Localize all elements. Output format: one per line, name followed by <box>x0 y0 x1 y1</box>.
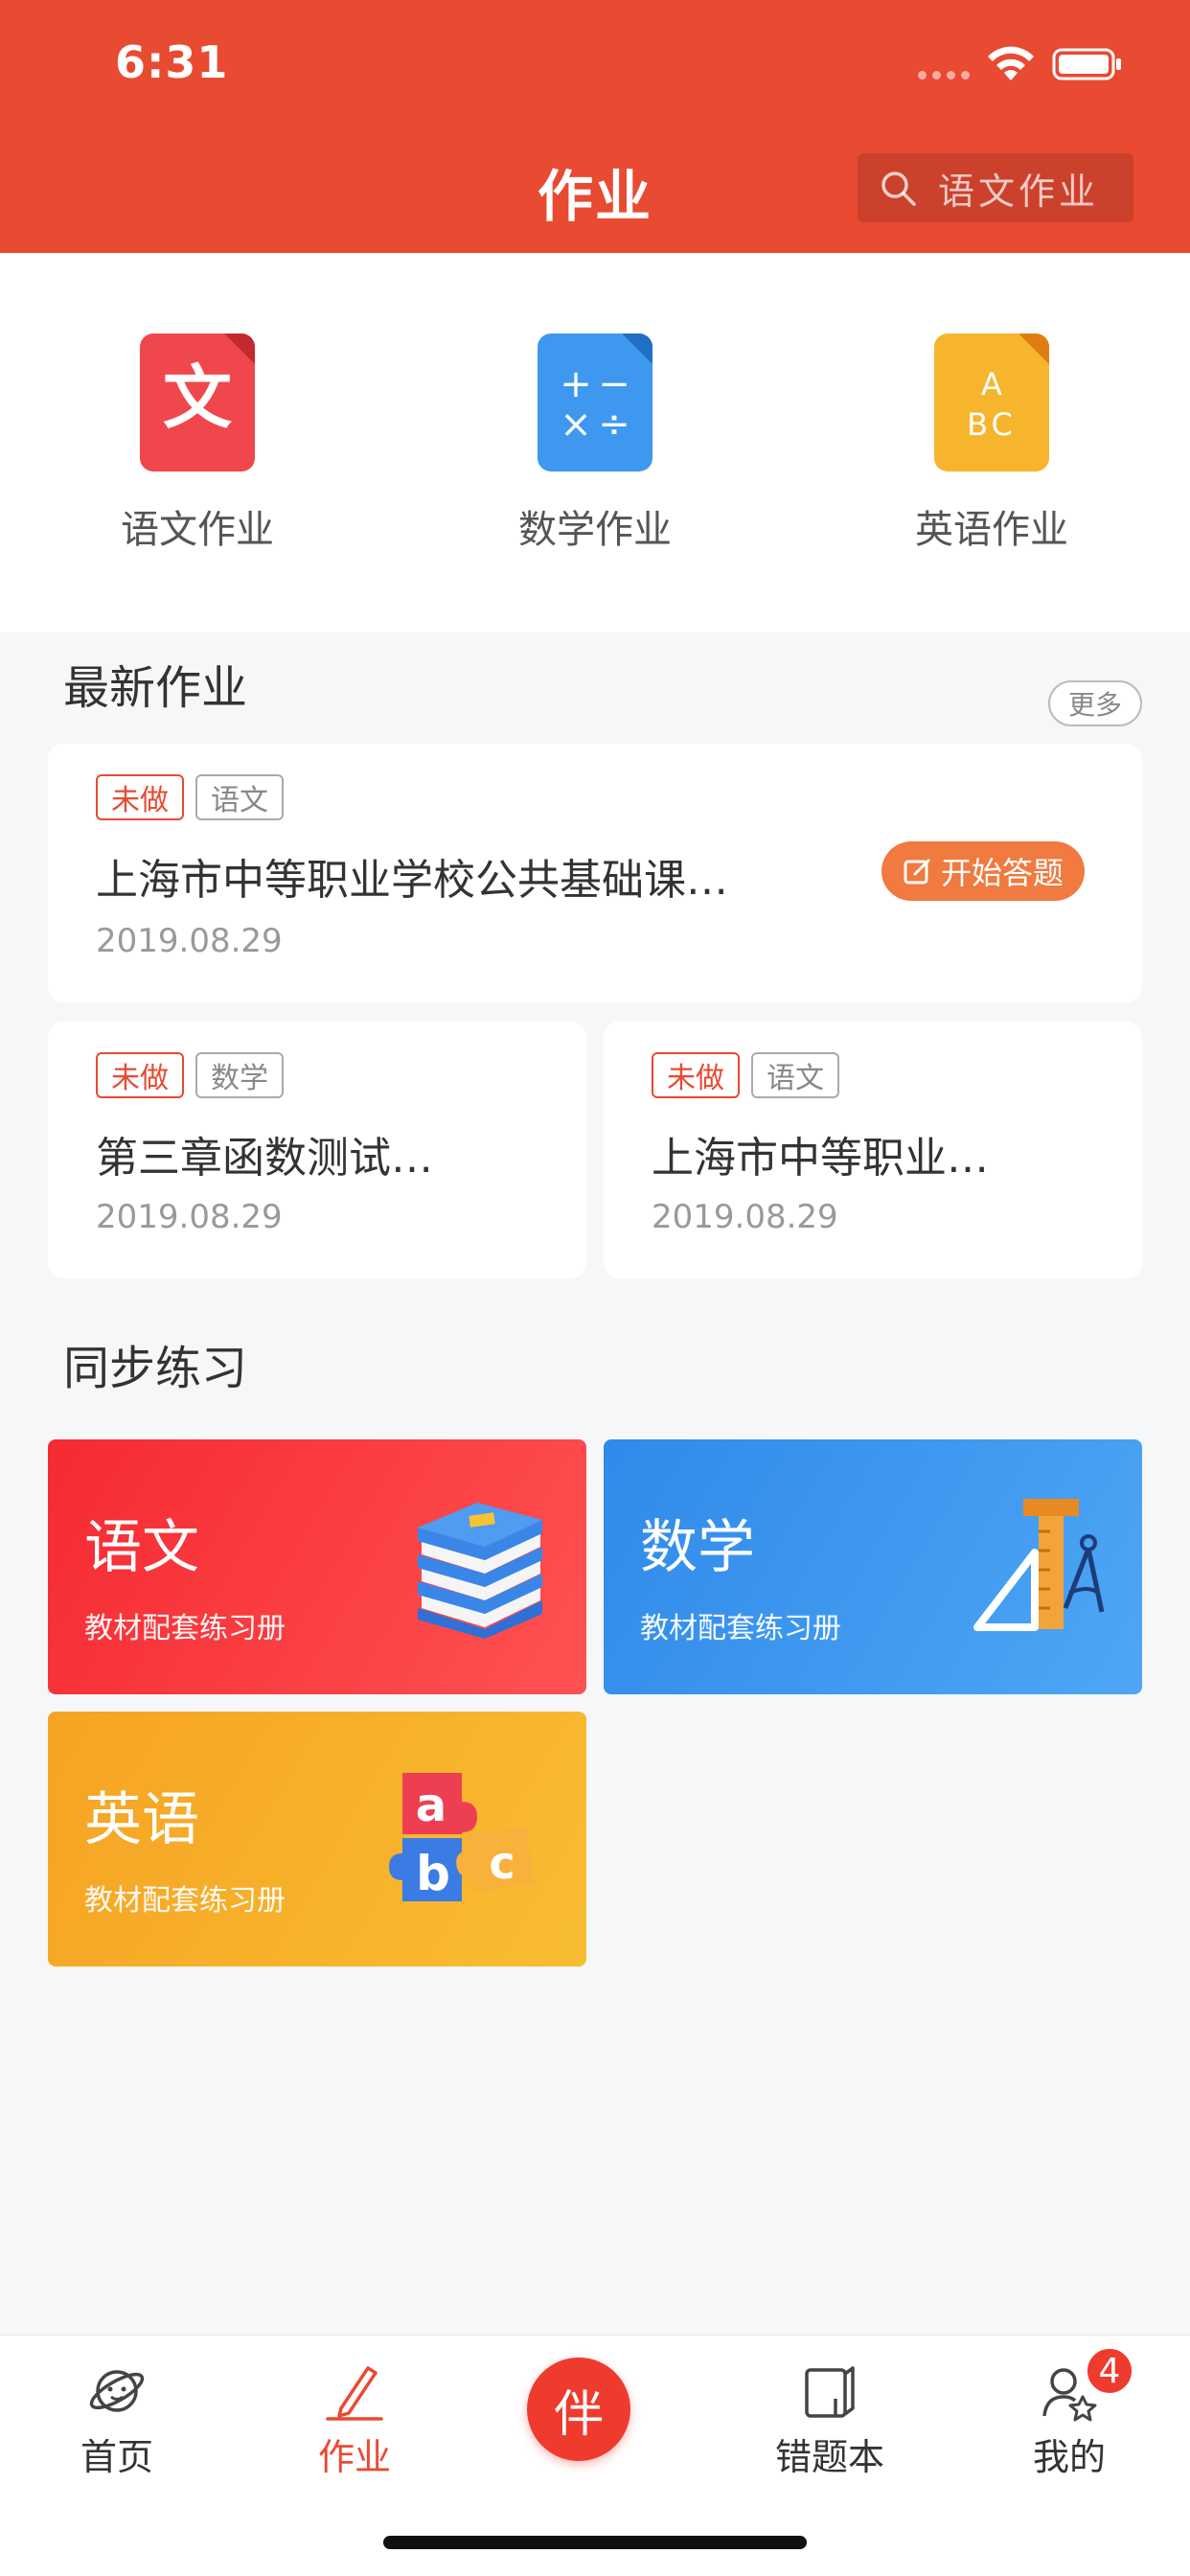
wifi-icon <box>988 46 1034 80</box>
start-answer-button[interactable]: 开始答题 <box>881 841 1085 901</box>
practice-tile-math[interactable]: 数学 教材配套练习册 <box>604 1439 1142 1694</box>
nav-item-mistakes[interactable]: 错题本 <box>744 2360 916 2480</box>
nav-item-home[interactable]: 首页 <box>31 2360 203 2480</box>
category-label: 英语作业 <box>915 508 1068 552</box>
notebook-icon <box>805 2366 855 2418</box>
more-button[interactable]: 更多 <box>1048 680 1142 726</box>
homework-card[interactable]: 未做 语文 上海市中等职业… 2019.08.29 <box>604 1022 1142 1278</box>
books-icon <box>418 1503 542 1639</box>
homework-date: 2019.08.29 <box>652 1198 838 1236</box>
svg-text:÷: ÷ <box>598 402 630 447</box>
practice-tile-chinese[interactable]: 语文 教材配套练习册 <box>48 1439 586 1694</box>
category-chinese[interactable]: 文 语文作业 <box>82 334 312 554</box>
nav-label: 我的 <box>1032 2436 1106 2478</box>
nav-label: 错题本 <box>774 2436 884 2478</box>
svg-text:A: A <box>981 366 1002 402</box>
category-panel: 文 语文作业 + − × ÷ 数学作业 A BC 英语作业 <box>0 253 1190 632</box>
math-doc-icon: + − × ÷ <box>538 334 652 472</box>
subject-badge: 数学 <box>195 1052 284 1098</box>
homework-title: 上海市中等职业… <box>652 1134 989 1183</box>
search-placeholder: 语文作业 <box>938 170 1100 213</box>
latest-section-title: 最新作业 <box>63 661 248 715</box>
status-time: 6:31 <box>115 36 229 88</box>
status-badge: 未做 <box>96 774 184 820</box>
status-badge: 未做 <box>652 1052 740 1098</box>
svg-text:−: − <box>598 362 630 406</box>
abc-puzzle-icon: a b c <box>389 1773 535 1901</box>
start-answer-label: 开始答题 <box>940 855 1064 891</box>
svg-text:BC: BC <box>967 406 1017 443</box>
svg-text:c: c <box>489 1837 515 1889</box>
category-label: 数学作业 <box>518 508 672 552</box>
homework-card[interactable]: 未做 数学 第三章函数测试… 2019.08.29 <box>48 1022 586 1278</box>
tile-subtitle: 教材配套练习册 <box>84 1612 286 1645</box>
tile-title: 语文 <box>84 1514 199 1581</box>
edit-icon <box>904 859 930 885</box>
english-doc-icon: A BC <box>934 334 1049 472</box>
homework-date: 2019.08.29 <box>96 1198 283 1236</box>
app-header: 6:31 作业 语文作业 <box>0 0 1190 253</box>
subject-badge: 语文 <box>751 1052 839 1098</box>
home-indicator <box>383 2536 807 2549</box>
category-math[interactable]: + − × ÷ 数学作业 <box>480 334 710 554</box>
practice-section-title: 同步练习 <box>63 1342 248 1395</box>
svg-text:×: × <box>560 402 592 447</box>
ruler-compass-icon <box>973 1499 1105 1631</box>
svg-text:a: a <box>416 1779 446 1832</box>
practice-tile-english[interactable]: 英语 教材配套练习册 a b c <box>48 1712 586 1966</box>
nav-label: 首页 <box>80 2436 153 2478</box>
category-english[interactable]: A BC 英语作业 <box>877 334 1107 554</box>
signal-icon <box>918 71 972 80</box>
nav-item-homework[interactable]: 作业 <box>268 2360 441 2480</box>
planet-icon <box>89 2370 145 2412</box>
battery-icon <box>1052 48 1121 80</box>
search-input[interactable]: 语文作业 <box>858 153 1133 222</box>
homework-title: 上海市中等职业学校公共基础课… <box>96 856 728 905</box>
tile-subtitle: 教材配套练习册 <box>640 1612 841 1645</box>
svg-text:b: b <box>416 1846 450 1901</box>
tile-title: 数学 <box>640 1514 755 1581</box>
chinese-doc-icon: 文 <box>140 334 255 472</box>
status-badge: 未做 <box>96 1052 184 1098</box>
pencil-icon <box>326 2366 383 2421</box>
svg-text:文: 文 <box>163 356 232 438</box>
notification-badge: 4 <box>1085 2346 1134 2396</box>
search-icon <box>881 172 916 206</box>
nav-label: 作业 <box>317 2436 391 2478</box>
companion-button[interactable]: 伴 <box>527 2358 630 2461</box>
tile-subtitle: 教材配套练习册 <box>84 1884 286 1918</box>
homework-date: 2019.08.29 <box>96 922 283 960</box>
category-label: 语文作业 <box>121 508 274 552</box>
homework-title: 第三章函数测试… <box>96 1134 433 1183</box>
svg-text:+: + <box>560 362 592 406</box>
subject-badge: 语文 <box>195 774 284 820</box>
tile-title: 英语 <box>84 1786 199 1853</box>
